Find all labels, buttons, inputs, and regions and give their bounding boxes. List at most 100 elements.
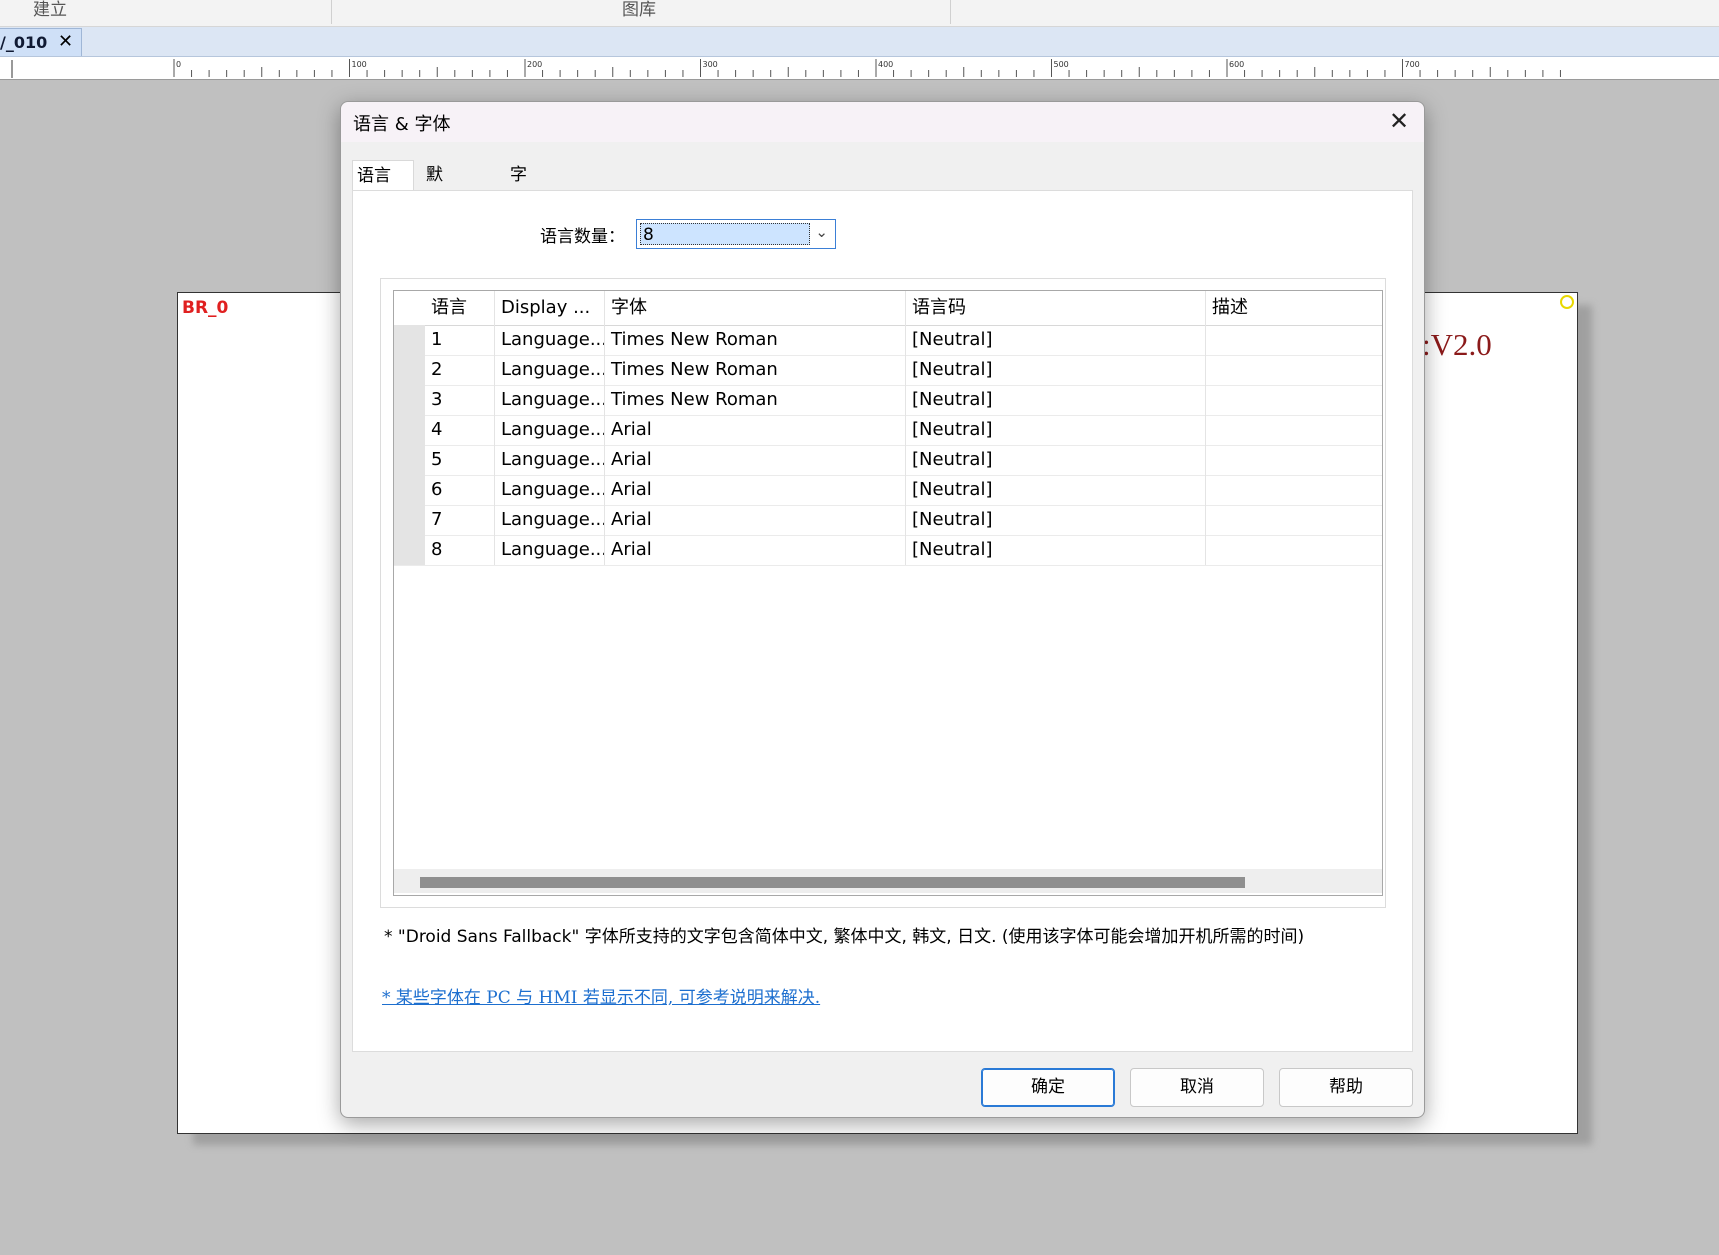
cell-font[interactable]: Arial	[605, 475, 906, 505]
table-row[interactable]: 7 Language... Arial [Neutral]	[394, 505, 1382, 536]
cell-language-number[interactable]: 8	[425, 535, 495, 565]
cell-display-name[interactable]: Language...	[495, 325, 605, 355]
help-button[interactable]: 帮助	[1279, 1068, 1413, 1107]
dialog-title: 语言 & 字体	[353, 114, 451, 135]
cell-description[interactable]	[1206, 355, 1382, 385]
cell-display-name[interactable]: Language...	[495, 385, 605, 415]
ruler-label: 100	[352, 60, 367, 69]
ribbon-group-gallery[interactable]: 图库	[622, 0, 656, 20]
cell-description[interactable]	[1206, 385, 1382, 415]
cell-font[interactable]: Times New Roman	[605, 355, 906, 385]
column-header-font[interactable]: 字体	[605, 291, 906, 325]
language-grid-frame: 语言 Display ... 字体 语言码 描述 1 Language... Tim…	[380, 278, 1386, 908]
chevron-down-icon[interactable]: ⌄	[815, 223, 828, 241]
cell-language-number[interactable]: 6	[425, 475, 495, 505]
cell-font[interactable]: Times New Roman	[605, 325, 906, 355]
ribbon-strip: 建立 图库	[0, 0, 1719, 27]
row-selector[interactable]	[394, 415, 425, 445]
cell-language-number[interactable]: 1	[425, 325, 495, 355]
cell-language-number[interactable]: 4	[425, 415, 495, 445]
ok-button[interactable]: 确定	[981, 1068, 1115, 1107]
grid-horizontal-scrollbar[interactable]	[394, 869, 1382, 893]
language-count-value: 8	[640, 223, 810, 245]
tab-default-font[interactable]: 默认字体	[422, 160, 447, 275]
language-tab-panel: 语言数量： 8 ⌄ 语言 Display ... 字体 语言码 描述 1 Lang…	[352, 190, 1413, 1052]
cell-language-number[interactable]: 5	[425, 445, 495, 475]
document-tab-label: /_010	[0, 33, 48, 52]
cell-description[interactable]	[1206, 505, 1382, 535]
table-row[interactable]: 3 Language... Times New Roman [Neutral]	[394, 385, 1382, 416]
row-selector[interactable]	[394, 505, 425, 535]
document-tab-bar: /_010 ✕	[0, 27, 1719, 57]
cell-language-code[interactable]: [Neutral]	[906, 385, 1206, 415]
ribbon-group-build[interactable]: 建立	[33, 0, 67, 20]
grid-header: 语言 Display ... 字体 语言码 描述	[394, 291, 1382, 326]
cell-language-code[interactable]: [Neutral]	[906, 505, 1206, 535]
ruler-label: 0	[176, 60, 181, 69]
column-header-language[interactable]: 语言	[425, 291, 495, 325]
cell-display-name[interactable]: Language...	[495, 475, 605, 505]
ruler-label: 200	[527, 60, 542, 69]
cell-language-code[interactable]: [Neutral]	[906, 445, 1206, 475]
column-header-description[interactable]: 描述	[1206, 291, 1382, 325]
dialog-titlebar[interactable]: 语言 & 字体 ✕	[341, 102, 1424, 142]
table-row[interactable]: 6 Language... Arial [Neutral]	[394, 475, 1382, 506]
cell-description[interactable]	[1206, 445, 1382, 475]
cell-language-number[interactable]: 2	[425, 355, 495, 385]
cell-display-name[interactable]: Language...	[495, 505, 605, 535]
table-row[interactable]: 8 Language... Arial [Neutral]	[394, 535, 1382, 566]
cell-font[interactable]: Arial	[605, 505, 906, 535]
table-row[interactable]: 4 Language... Arial [Neutral]	[394, 415, 1382, 446]
scrollbar-thumb[interactable]	[420, 877, 1245, 888]
cell-language-code[interactable]: [Neutral]	[906, 475, 1206, 505]
row-selector[interactable]	[394, 385, 425, 415]
table-row[interactable]: 5 Language... Arial [Neutral]	[394, 445, 1382, 476]
cell-display-name[interactable]: Language...	[495, 415, 605, 445]
cell-font[interactable]: Arial	[605, 445, 906, 475]
cell-description[interactable]	[1206, 415, 1382, 445]
cell-language-code[interactable]: [Neutral]	[906, 415, 1206, 445]
ruler-label: 300	[703, 60, 718, 69]
cell-language-code[interactable]: [Neutral]	[906, 535, 1206, 565]
row-selector[interactable]	[394, 535, 425, 565]
row-selector[interactable]	[394, 475, 425, 505]
horizontal-ruler: 0 100 200 300 400 500 600 700	[0, 57, 1719, 80]
tab-font-management[interactable]: 字体管理	[506, 160, 531, 275]
cancel-button[interactable]: 取消	[1130, 1068, 1264, 1107]
cell-description[interactable]	[1206, 475, 1382, 505]
column-header-display[interactable]: Display ...	[495, 291, 605, 325]
cell-display-name[interactable]: Language...	[495, 445, 605, 475]
table-row[interactable]: 2 Language... Times New Roman [Neutral]	[394, 355, 1382, 386]
target-icon[interactable]	[1560, 295, 1574, 309]
cell-display-name[interactable]: Language...	[495, 355, 605, 385]
ruler-label: 500	[1054, 60, 1069, 69]
cell-font[interactable]: Times New Roman	[605, 385, 906, 415]
language-grid: 语言 Display ... 字体 语言码 描述 1 Language... Tim…	[393, 290, 1383, 896]
version-text[interactable]: :V2.0	[1422, 327, 1492, 363]
language-count-select[interactable]: 8 ⌄	[636, 219, 836, 249]
row-selector[interactable]	[394, 355, 425, 385]
table-row[interactable]: 1 Language... Times New Roman [Neutral]	[394, 325, 1382, 356]
document-tab[interactable]: /_010 ✕	[0, 28, 82, 56]
ribbon-separator	[331, 0, 332, 24]
cell-language-code[interactable]: [Neutral]	[906, 325, 1206, 355]
close-icon[interactable]: ✕	[1384, 106, 1414, 136]
close-icon[interactable]: ✕	[58, 31, 73, 52]
cell-language-code[interactable]: [Neutral]	[906, 355, 1206, 385]
ribbon-separator	[950, 0, 951, 24]
row-selector[interactable]	[394, 325, 425, 355]
cell-language-number[interactable]: 7	[425, 505, 495, 535]
cell-display-name[interactable]: Language...	[495, 535, 605, 565]
row-selector[interactable]	[394, 445, 425, 475]
tab-language[interactable]: 语言	[352, 160, 414, 190]
font-difference-help-link[interactable]: * 某些字体在 PC 与 HMI 若显示不同, 可参考说明来解决.	[382, 983, 820, 1008]
column-header-language-code[interactable]: 语言码	[906, 291, 1206, 325]
cell-description[interactable]	[1206, 535, 1382, 565]
cell-language-number[interactable]: 3	[425, 385, 495, 415]
cell-font[interactable]: Arial	[605, 535, 906, 565]
page-tag[interactable]: BR_0	[182, 298, 228, 318]
cell-font[interactable]: Arial	[605, 415, 906, 445]
cell-description[interactable]	[1206, 325, 1382, 355]
ruler-label: 400	[878, 60, 893, 69]
language-font-dialog: 语言 & 字体 ✕ 语言 默认字体 字体管理 语言数量： 8 ⌄ 语言 Disp…	[340, 101, 1425, 1118]
